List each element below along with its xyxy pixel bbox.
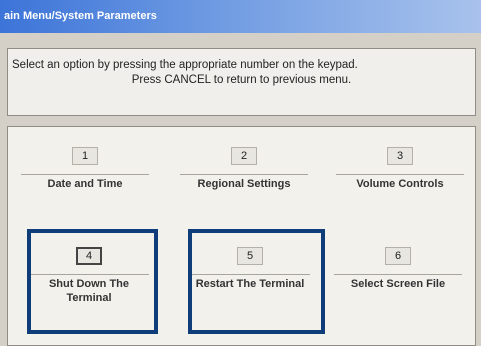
option-regional-settings[interactable]: 2 Regional Settings (180, 137, 308, 217)
option-label: Select Screen File (334, 274, 462, 291)
option-volume-controls[interactable]: 3 Volume Controls (336, 137, 464, 217)
highlight-frame-option-5 (188, 229, 325, 334)
option-6-button[interactable]: 6 (385, 247, 411, 265)
option-date-and-time[interactable]: 1 Date and Time (21, 137, 149, 217)
option-label: Volume Controls (336, 174, 464, 191)
instructions-box: Select an option by pressing the appropr… (7, 48, 476, 116)
option-label: Date and Time (21, 174, 149, 191)
option-2-button[interactable]: 2 (231, 147, 257, 165)
instruction-line-2: Press CANCEL to return to previous menu. (131, 74, 352, 86)
window-title: ain Menu/System Parameters (4, 10, 157, 22)
highlight-frame-option-4 (27, 229, 158, 334)
option-label: Regional Settings (180, 174, 308, 191)
instruction-line-1: Select an option by pressing the appropr… (12, 59, 358, 71)
option-select-screen-file[interactable]: 6 Select Screen File (334, 237, 462, 317)
title-bar: ain Menu/System Parameters (0, 0, 481, 33)
option-1-button[interactable]: 1 (72, 147, 98, 165)
option-3-button[interactable]: 3 (387, 147, 413, 165)
